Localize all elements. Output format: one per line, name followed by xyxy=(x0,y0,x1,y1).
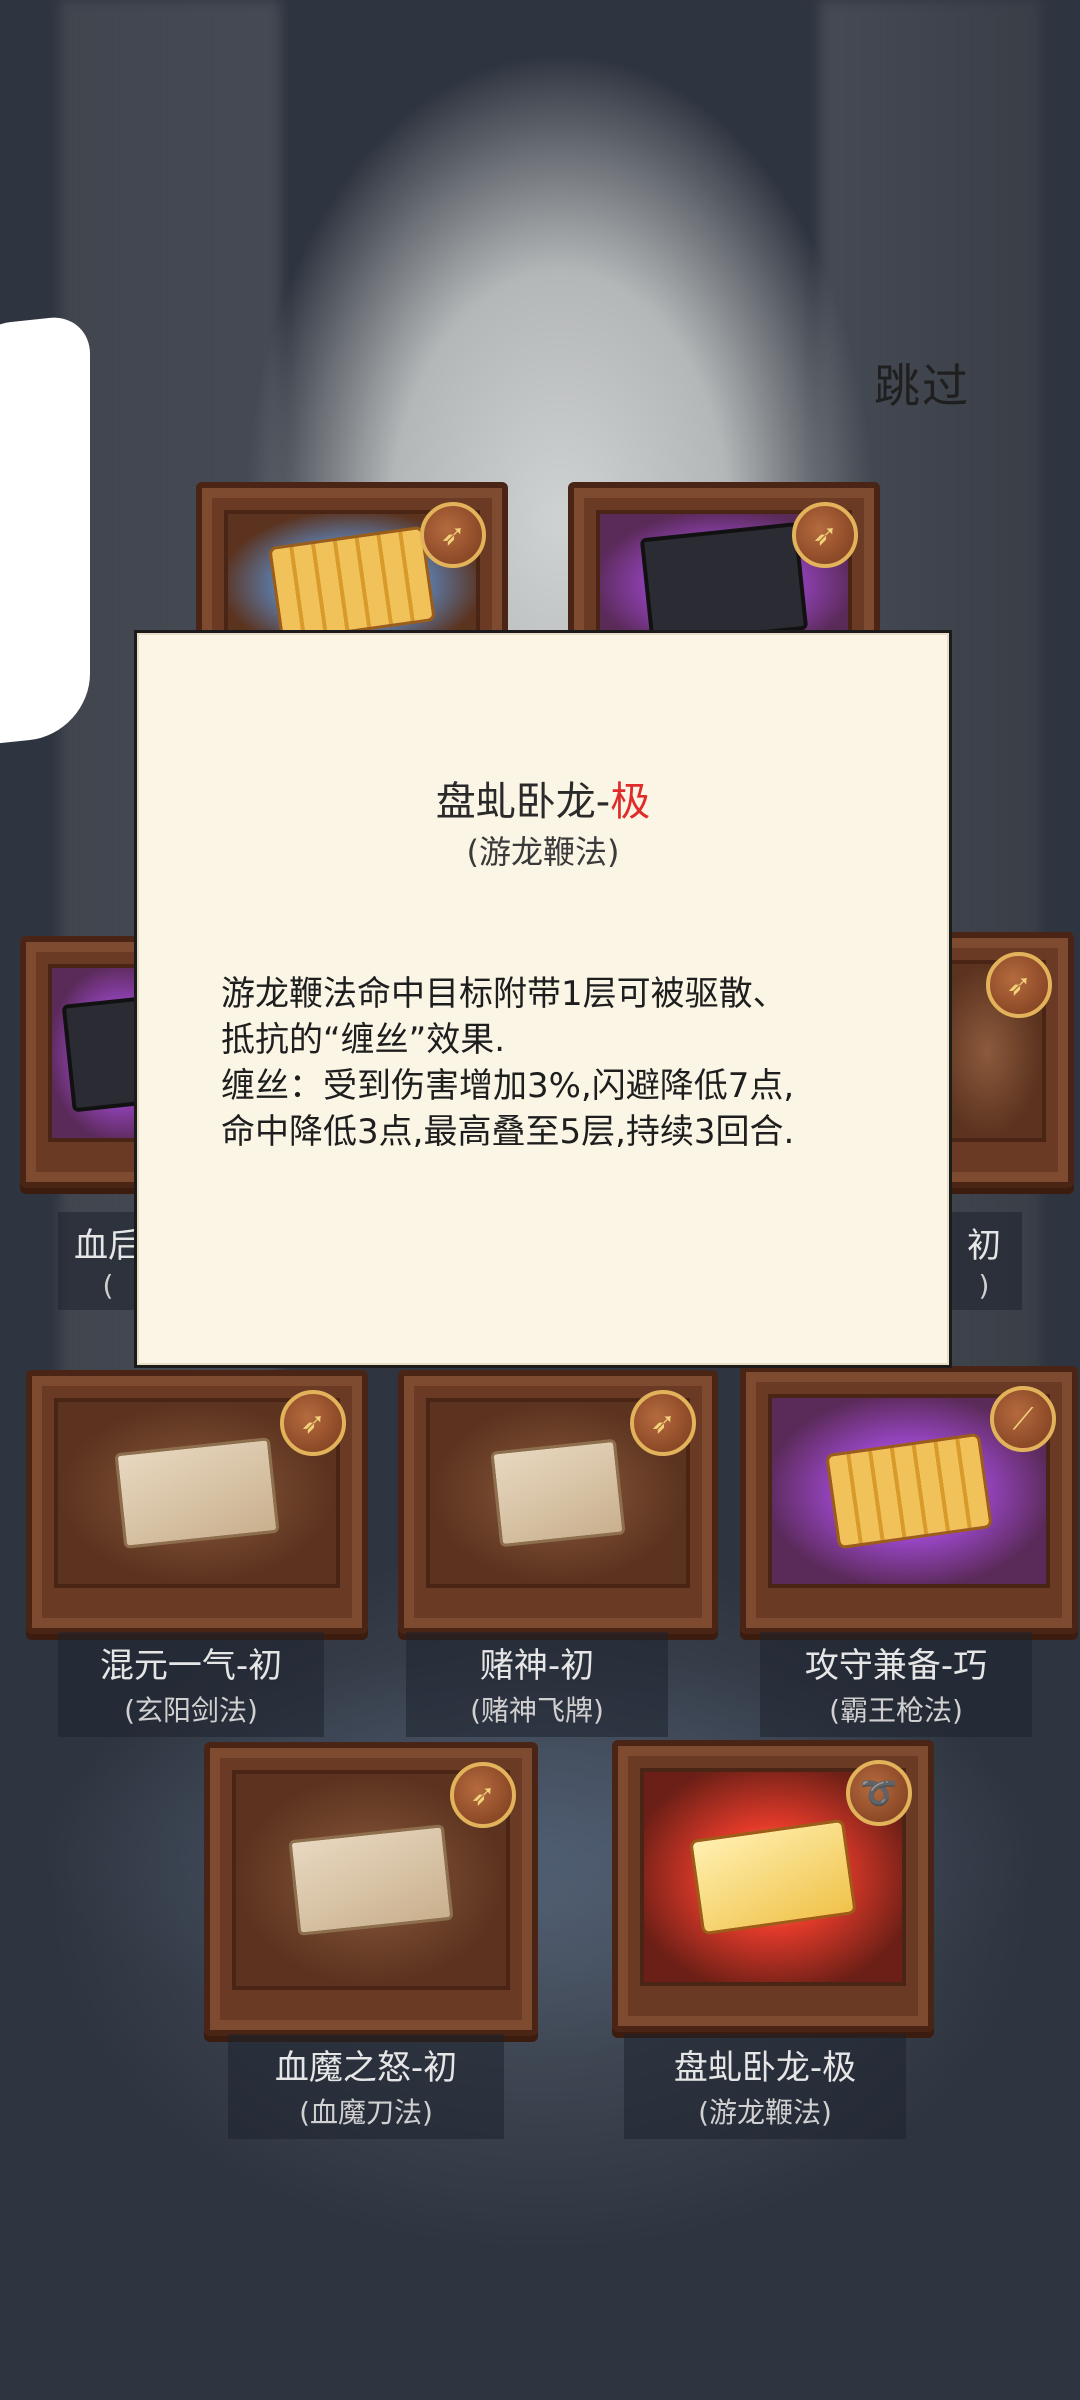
reward-label: 盘虬卧龙-极 (游龙鞭法) xyxy=(624,2034,906,2139)
scroll-item-icon xyxy=(825,1432,993,1550)
blade-icon: ➶ xyxy=(280,1390,346,1456)
reward-subtitle: (霸王枪法) xyxy=(829,1694,963,1727)
modal-title-name: 盘虬卧龙- xyxy=(435,779,611,825)
reward-crate-9[interactable]: ➰ xyxy=(612,1740,934,2032)
modal-title-grade: 极 xyxy=(610,779,651,825)
modal-subtitle: (游龙鞭法) xyxy=(466,833,620,871)
scroll-item-icon xyxy=(689,1818,857,1936)
blade-icon: ➶ xyxy=(420,502,486,568)
reward-name: 盘虬卧龙-极 xyxy=(673,2048,857,2088)
reward-crate-5[interactable]: ➶ xyxy=(26,1370,368,1634)
description-line: 缠丝：受到伤害增加3%,闪避降低7点, xyxy=(221,1066,795,1106)
reward-label: 攻守兼备-巧 (霸王枪法) xyxy=(760,1632,1032,1737)
reward-crate-7[interactable]: ⟋ xyxy=(740,1366,1078,1634)
blade-icon: ➶ xyxy=(450,1762,516,1828)
paper-item-icon xyxy=(288,1824,454,1936)
reward-subtitle: (游龙鞭法) xyxy=(698,2096,832,2129)
reward-subtitle: (玄阳剑法) xyxy=(124,1694,258,1727)
blade-icon: ➶ xyxy=(986,952,1052,1018)
reward-name: 初 xyxy=(967,1226,1001,1266)
reward-crate-8[interactable]: ➶ xyxy=(204,1742,538,2036)
reward-label: 赌神-初 (赌神飞牌) xyxy=(406,1632,668,1737)
reward-label: 血魔之怒-初 (血魔刀法) xyxy=(228,2034,504,2139)
skip-button[interactable]: 跳过 xyxy=(874,350,970,416)
reward-subtitle: (赌神飞牌) xyxy=(470,1694,604,1727)
modal-title: 盘虬卧龙-极 xyxy=(137,769,949,827)
description-line: 命中降低3点,最高叠至5层,持续3回合. xyxy=(221,1112,795,1152)
skill-detail-modal[interactable]: 盘虬卧龙-极 (游龙鞭法) 游龙鞭法命中目标附带1层可被驱散、 抵抗的“缠丝”效… xyxy=(134,630,952,1368)
description-line: 游龙鞭法命中目标附带1层可被驱散、 xyxy=(221,974,787,1014)
reward-subtitle: ) xyxy=(978,1269,990,1302)
reward-name: 赌神-初 xyxy=(479,1646,595,1686)
spear-icon: ⟋ xyxy=(990,1386,1056,1452)
book-item-icon xyxy=(639,522,809,646)
reward-name: 混元一气-初 xyxy=(99,1646,283,1686)
reward-label-partial-right: 初 ) xyxy=(946,1212,1022,1310)
blade-icon: ➶ xyxy=(630,1390,696,1456)
description-line: 抵抗的“缠丝”效果. xyxy=(221,1020,506,1060)
reward-subtitle: (血魔刀法) xyxy=(299,2096,433,2129)
reward-name: 攻守兼备-巧 xyxy=(804,1646,988,1686)
scroll-item-icon xyxy=(268,525,436,643)
reward-label: 混元一气-初 (玄阳剑法) xyxy=(58,1632,324,1737)
reward-crate-6[interactable]: ➶ xyxy=(398,1370,718,1634)
whip-icon: ➰ xyxy=(846,1760,912,1826)
reward-name: 血魔之怒-初 xyxy=(274,2048,458,2088)
modal-description: 游龙鞭法命中目标附带1层可被驱散、 抵抗的“缠丝”效果. 缠丝：受到伤害增加3%… xyxy=(221,971,899,1155)
blade-icon: ➶ xyxy=(792,502,858,568)
scene-banner-left xyxy=(0,313,90,747)
paper-item-icon xyxy=(114,1437,280,1549)
paper-item-icon xyxy=(490,1438,626,1548)
